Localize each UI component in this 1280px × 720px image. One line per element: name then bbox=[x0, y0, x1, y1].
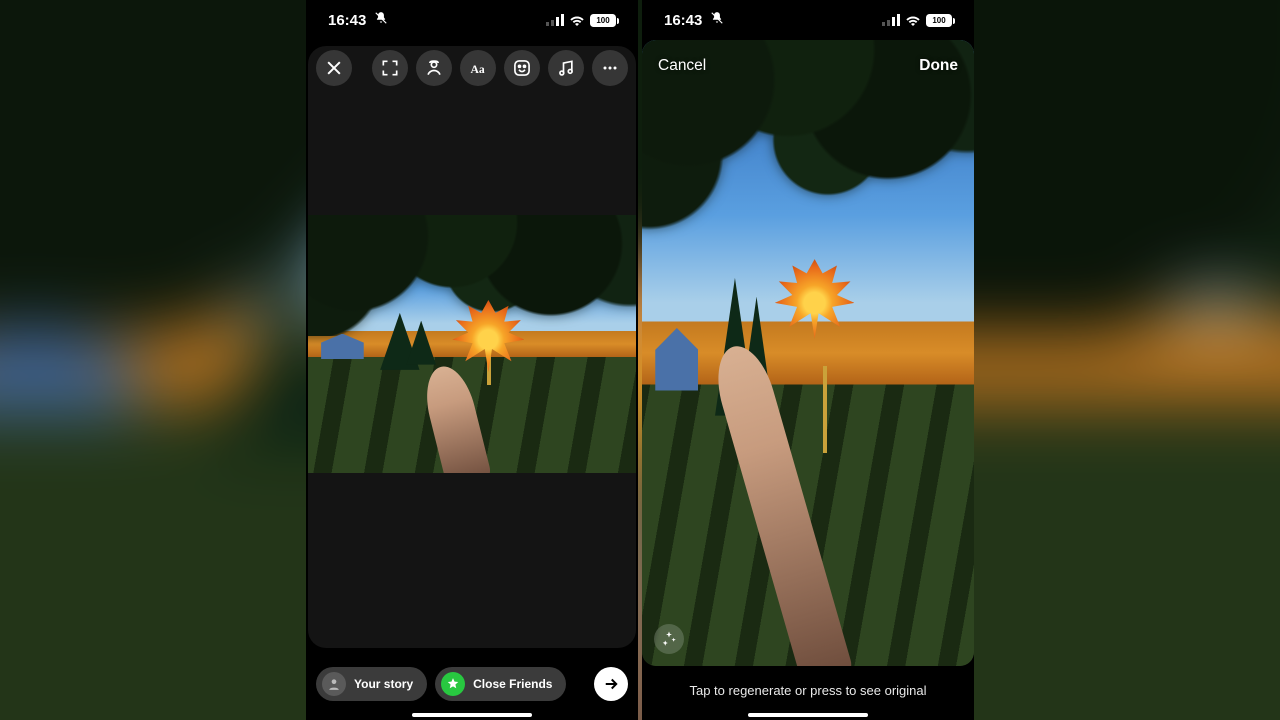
regenerate-hint: Tap to regenerate or press to see origin… bbox=[642, 683, 974, 698]
close-button[interactable] bbox=[316, 50, 352, 86]
editor-toolbar: Aa bbox=[306, 46, 638, 90]
star-icon bbox=[441, 672, 465, 696]
status-time: 16:43 bbox=[328, 12, 366, 29]
more-button[interactable] bbox=[592, 50, 628, 86]
close-friends-label: Close Friends bbox=[473, 677, 552, 691]
wifi-icon bbox=[905, 14, 921, 26]
home-indicator[interactable] bbox=[748, 713, 868, 717]
phone-story-editor: 16:43 100 bbox=[306, 0, 638, 720]
cellular-icon bbox=[546, 14, 564, 26]
expand-button[interactable] bbox=[372, 50, 408, 86]
phone-ai-preview: 16:43 100 Cancel Done bbox=[642, 0, 974, 720]
ai-regenerate-badge[interactable] bbox=[654, 624, 684, 654]
music-button[interactable] bbox=[548, 50, 584, 86]
silent-icon bbox=[374, 11, 388, 29]
home-indicator[interactable] bbox=[412, 713, 532, 717]
svg-text:Aa: Aa bbox=[471, 63, 485, 76]
story-photo[interactable] bbox=[308, 215, 636, 474]
your-story-label: Your story bbox=[354, 677, 413, 691]
sticker-button[interactable] bbox=[504, 50, 540, 86]
status-bar: 16:43 100 bbox=[642, 0, 974, 40]
phone-pair: 16:43 100 bbox=[306, 0, 974, 720]
cellular-icon bbox=[882, 14, 900, 26]
done-button[interactable]: Done bbox=[919, 57, 958, 75]
your-story-button[interactable]: Your story bbox=[316, 667, 427, 701]
share-bar: Your story Close Friends bbox=[306, 658, 638, 710]
ai-expanded-photo[interactable] bbox=[642, 40, 974, 666]
status-time: 16:43 bbox=[664, 12, 702, 29]
text-button[interactable]: Aa bbox=[460, 50, 496, 86]
silent-icon bbox=[710, 11, 724, 29]
close-friends-button[interactable]: Close Friends bbox=[435, 667, 566, 701]
avatar bbox=[322, 672, 346, 696]
status-bar: 16:43 100 bbox=[306, 0, 638, 40]
wifi-icon bbox=[569, 14, 585, 26]
preview-topbar: Cancel Done bbox=[642, 48, 974, 84]
cancel-button[interactable]: Cancel bbox=[658, 57, 706, 75]
story-canvas[interactable] bbox=[308, 46, 636, 648]
send-button[interactable] bbox=[594, 667, 628, 701]
battery-indicator: 100 bbox=[926, 14, 952, 27]
battery-indicator: 100 bbox=[590, 14, 616, 27]
tag-people-button[interactable] bbox=[416, 50, 452, 86]
